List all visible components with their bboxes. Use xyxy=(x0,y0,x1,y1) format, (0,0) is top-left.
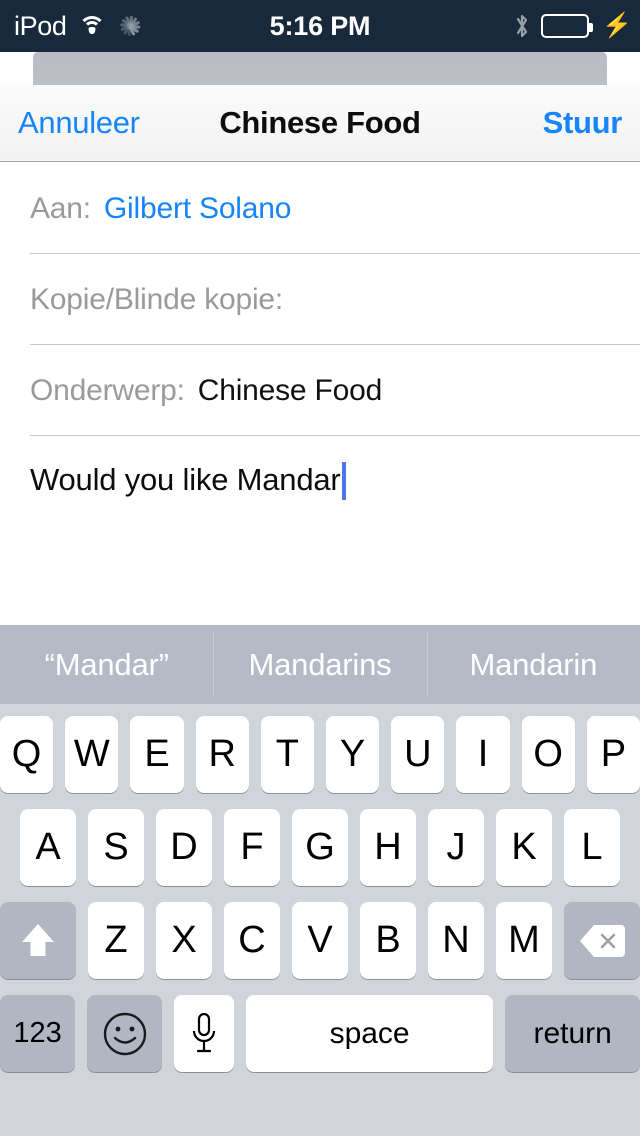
space-key[interactable]: space xyxy=(245,995,494,1072)
keyboard-row-3: ZXCVBNM xyxy=(0,902,640,979)
key-o[interactable]: O xyxy=(521,716,575,793)
key-x[interactable]: X xyxy=(156,902,212,979)
status-bar-right: ⚡ xyxy=(514,0,632,52)
shift-arrow-icon xyxy=(22,923,54,956)
key-j[interactable]: J xyxy=(428,809,484,886)
key-e[interactable]: E xyxy=(130,716,184,793)
key-b[interactable]: B xyxy=(360,902,416,979)
to-recipient-token[interactable]: Gilbert Solano xyxy=(104,192,292,226)
charging-bolt-icon: ⚡ xyxy=(602,12,632,39)
key-s[interactable]: S xyxy=(88,809,144,886)
text-cursor xyxy=(341,462,346,500)
key-y[interactable]: Y xyxy=(326,716,380,793)
suggestion-item-2[interactable]: Mandarin xyxy=(426,625,640,704)
key-g[interactable]: G xyxy=(292,809,348,886)
delete-key[interactable] xyxy=(564,902,640,979)
key-t[interactable]: T xyxy=(260,716,314,793)
status-bar: iPod 5:16 PM ⚡ xyxy=(0,0,640,52)
cc-bcc-field-label: Kopie/Blinde kopie: xyxy=(30,282,284,316)
key-w[interactable]: W xyxy=(65,716,119,793)
key-v[interactable]: V xyxy=(292,902,348,979)
autocorrect-suggestion-bar: “Mandar” Mandarins Mandarin xyxy=(0,625,640,704)
shift-key[interactable] xyxy=(0,902,76,979)
key-u[interactable]: U xyxy=(391,716,445,793)
key-f[interactable]: F xyxy=(224,809,280,886)
subject-field-value[interactable]: Chinese Food xyxy=(198,374,383,408)
subject-field-row[interactable]: Onderwerp: Chinese Food xyxy=(0,345,640,436)
key-d[interactable]: D xyxy=(156,809,212,886)
to-field-row[interactable]: Aan: Gilbert Solano xyxy=(0,163,640,254)
key-h[interactable]: H xyxy=(360,809,416,886)
subject-field-label: Onderwerp: xyxy=(30,373,185,407)
emoji-smiley-icon xyxy=(103,1012,147,1055)
key-c[interactable]: C xyxy=(224,902,280,979)
key-n[interactable]: N xyxy=(428,902,484,979)
clock-label: 5:16 PM xyxy=(269,10,371,41)
key-q[interactable]: Q xyxy=(0,716,54,793)
compose-form: Aan: Gilbert Solano Kopie/Blinde kopie: … xyxy=(0,163,640,625)
keyboard-row-1: QWERTYUIOP xyxy=(0,716,640,793)
key-l[interactable]: L xyxy=(564,809,620,886)
suggestion-item-0[interactable]: “Mandar” xyxy=(0,625,213,704)
cc-bcc-field-row[interactable]: Kopie/Blinde kopie: xyxy=(0,254,640,345)
numeric-key[interactable]: 123 xyxy=(0,995,76,1072)
keyboard-row-4: 123 space return xyxy=(0,995,640,1072)
iphone-screen: iPod 5:16 PM ⚡ Annuleer Chinese Food Stu… xyxy=(0,0,640,1136)
backspace-delete-icon xyxy=(580,924,625,957)
bluetooth-icon xyxy=(514,13,530,39)
dictation-key[interactable] xyxy=(174,995,234,1072)
keyboard-row-2: ASDFGHJKL xyxy=(0,809,640,886)
to-field-label: Aan: xyxy=(30,191,91,225)
emoji-key[interactable] xyxy=(87,995,163,1072)
key-k[interactable]: K xyxy=(496,809,552,886)
battery-full-icon xyxy=(541,14,594,38)
background-panel-strip xyxy=(33,52,607,85)
key-r[interactable]: R xyxy=(195,716,249,793)
message-body-input[interactable]: Would you like Mandar xyxy=(0,436,640,500)
key-i[interactable]: I xyxy=(456,716,510,793)
suggestion-item-1[interactable]: Mandarins xyxy=(213,625,426,704)
return-key[interactable]: return xyxy=(505,995,640,1072)
key-a[interactable]: A xyxy=(20,809,76,886)
message-body-text: Would you like Mandar xyxy=(30,462,341,497)
navigation-bar: Annuleer Chinese Food Stuur xyxy=(0,85,640,162)
key-p[interactable]: P xyxy=(586,716,640,793)
on-screen-keyboard: QWERTYUIOP ASDFGHJKL ZXCVBNM 123 space r… xyxy=(0,704,640,1136)
key-z[interactable]: Z xyxy=(88,902,144,979)
microphone-icon xyxy=(193,1012,216,1052)
key-m[interactable]: M xyxy=(496,902,552,979)
send-button[interactable]: Stuur xyxy=(543,105,623,141)
